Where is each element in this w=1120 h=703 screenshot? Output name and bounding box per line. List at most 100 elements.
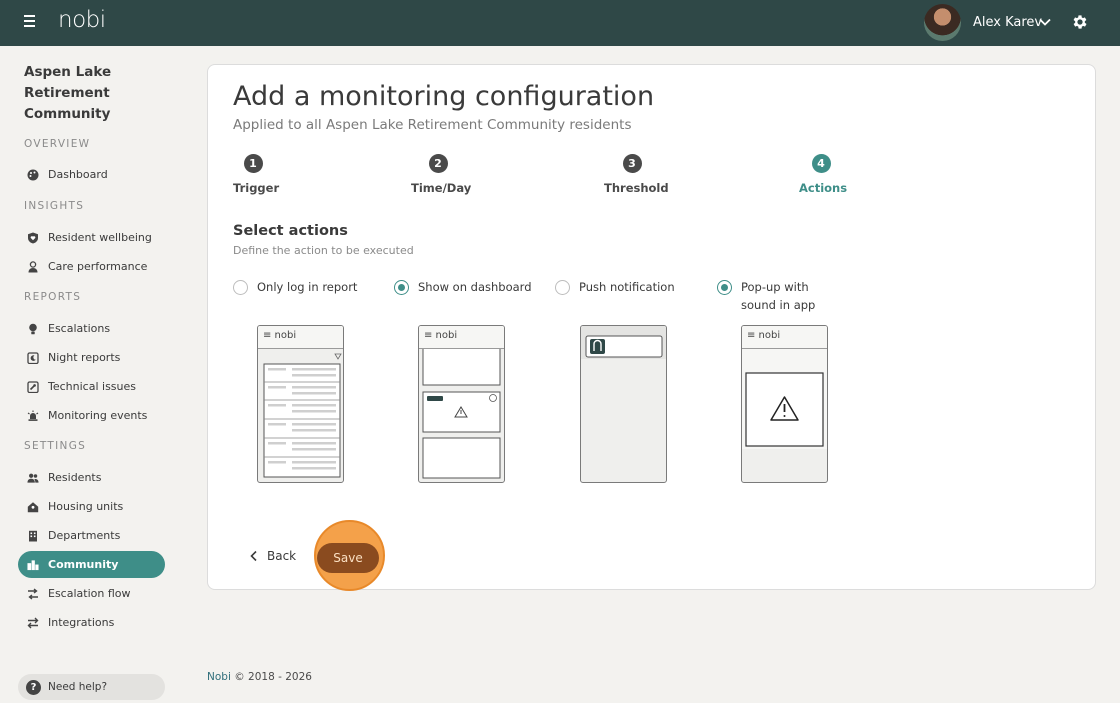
chevron-down-icon[interactable] — [1038, 15, 1052, 29]
radio-button[interactable] — [233, 280, 248, 295]
sidebar-item-community[interactable]: Community — [18, 551, 165, 578]
sidebar-item-label: Night reports — [48, 351, 121, 364]
back-button[interactable]: Back — [248, 549, 296, 563]
sidebar-item-escalations[interactable]: Escalations — [18, 315, 165, 342]
need-help-button[interactable]: ? Need help? — [18, 674, 165, 700]
palette-icon — [27, 169, 39, 181]
step-number: 2 — [428, 154, 448, 173]
configuration-card: Add a monitoring configuration Applied t… — [207, 64, 1096, 591]
report-table-illustration — [263, 353, 342, 478]
sidebar-item-label: Resident wellbeing — [48, 231, 152, 244]
step-number: 4 — [811, 154, 831, 173]
step-label: Threshold — [604, 181, 669, 195]
sidebar-item-resident-wellbeing[interactable]: Resident wellbeing — [18, 224, 165, 251]
community-name: Aspen Lake Retirement Community — [24, 64, 112, 122]
person-badge-icon — [27, 260, 39, 273]
step-number: 1 — [243, 154, 263, 173]
sidebar-item-escalation-flow[interactable]: Escalation flow — [18, 580, 165, 607]
section-label-overview: OVERVIEW — [24, 138, 91, 150]
option-label: Push notification — [579, 280, 675, 294]
top-bar: nobi Alex Karev — [0, 0, 1120, 46]
step-label: Actions — [799, 181, 848, 195]
alarm-icon — [27, 410, 39, 422]
step-time-day[interactable]: 2 Time/Day — [411, 154, 472, 195]
section-label-reports: REPORTS — [24, 291, 82, 303]
building-icon — [27, 530, 39, 542]
sidebar-item-label: Residents — [48, 471, 102, 484]
step-trigger[interactable]: 1 Trigger — [233, 154, 280, 195]
sidebar-item-label: Escalation flow — [48, 587, 131, 600]
radio-button[interactable] — [555, 280, 570, 295]
push-notification-illustration — [581, 326, 666, 359]
sidebar-item-integrations[interactable]: Integrations — [18, 609, 165, 636]
sidebar-item-night-reports[interactable]: Night reports — [18, 344, 165, 371]
gear-icon[interactable] — [1071, 13, 1089, 31]
preview-push-notification — [580, 325, 667, 483]
sidebar-item-label: Integrations — [48, 616, 115, 629]
footer-copyright: © 2018 - 2026 — [234, 671, 312, 683]
footer: Nobi © 2018 - 2026 — [207, 671, 312, 683]
flow-icon — [27, 587, 39, 600]
lightbulb-icon — [27, 323, 39, 335]
section-title: Select actions — [233, 223, 348, 239]
step-number: 3 — [622, 154, 642, 173]
section-label-settings: SETTINGS — [24, 440, 87, 452]
chevron-left-icon — [250, 550, 257, 562]
sidebar-item-technical-issues[interactable]: Technical issues — [18, 373, 165, 400]
house-icon — [27, 501, 39, 513]
need-help-label: Need help? — [48, 681, 108, 693]
menu-icon[interactable] — [24, 15, 38, 31]
dashboard-illustration — [422, 345, 501, 479]
radio-button[interactable] — [394, 280, 409, 295]
sidebar-item-residents[interactable]: Residents — [18, 464, 165, 491]
option-show-on-dashboard[interactable]: Show on dashboard — [394, 278, 532, 296]
option-only-log-in-report[interactable]: Only log in report — [233, 278, 357, 296]
option-label: Only log in report — [257, 280, 358, 294]
option-push-notification[interactable]: Push notification — [555, 278, 675, 296]
step-actions[interactable]: 4 Actions — [799, 154, 848, 195]
back-label: Back — [267, 549, 297, 563]
user-name[interactable]: Alex Karev — [973, 15, 1042, 30]
sidebar-item-care-performance[interactable]: Care performance — [18, 253, 165, 280]
popup-illustration — [742, 349, 827, 449]
section-label-insights: INSIGHTS — [24, 200, 85, 212]
sidebar-item-dashboard[interactable]: Dashboard — [18, 161, 165, 188]
preview-dashboard: ≡ nobi — [418, 325, 505, 483]
shield-heart-icon — [27, 232, 39, 244]
wrench-icon — [27, 380, 39, 393]
sidebar-item-housing-units[interactable]: Housing units — [18, 493, 165, 520]
step-label: Time/Day — [411, 181, 472, 195]
page-title: Add a monitoring configuration — [233, 81, 655, 112]
sidebar-item-label: Care performance — [48, 260, 148, 273]
preview-logo: ≡ nobi — [419, 326, 504, 349]
sidebar-item-label: Dashboard — [48, 168, 108, 181]
sidebar-item-label: Technical issues — [48, 380, 136, 393]
preview-logo: ≡ nobi — [742, 326, 827, 349]
sidebar-item-label: Monitoring events — [48, 409, 148, 422]
save-button[interactable]: Save — [317, 543, 379, 573]
sidebar-item-label: Community — [48, 558, 119, 571]
sidebar-item-departments[interactable]: Departments — [18, 522, 165, 549]
sidebar-item-label: Departments — [48, 529, 121, 542]
page-subtitle: Applied to all Aspen Lake Retirement Com… — [233, 117, 632, 133]
option-label: Show on dashboard — [418, 280, 532, 294]
user-avatar[interactable] — [924, 4, 961, 41]
section-subtitle: Define the action to be executed — [233, 244, 414, 257]
swap-arrows-icon — [27, 617, 39, 629]
step-label: Trigger — [233, 181, 280, 195]
sidebar-item-label: Escalations — [48, 322, 111, 335]
preview-report: ≡ nobi — [257, 325, 344, 483]
step-threshold[interactable]: 3 Threshold — [604, 154, 669, 195]
sidebar: Aspen Lake Retirement Community OVERVIEW… — [0, 46, 180, 703]
option-label: Pop-up with sound in app — [741, 280, 816, 312]
preview-popup: ≡ nobi — [741, 325, 828, 483]
footer-brand-link[interactable]: Nobi — [207, 671, 231, 683]
radio-button[interactable] — [717, 280, 732, 295]
people-icon — [27, 472, 39, 484]
preview-logo: ≡ nobi — [258, 326, 343, 349]
city-icon — [27, 559, 39, 571]
question-icon: ? — [26, 679, 41, 695]
app-logo[interactable]: nobi — [58, 7, 106, 33]
sidebar-item-monitoring-events[interactable]: Monitoring events — [18, 402, 165, 429]
option-popup-with-sound[interactable]: Pop-up with sound in app — [717, 278, 842, 314]
